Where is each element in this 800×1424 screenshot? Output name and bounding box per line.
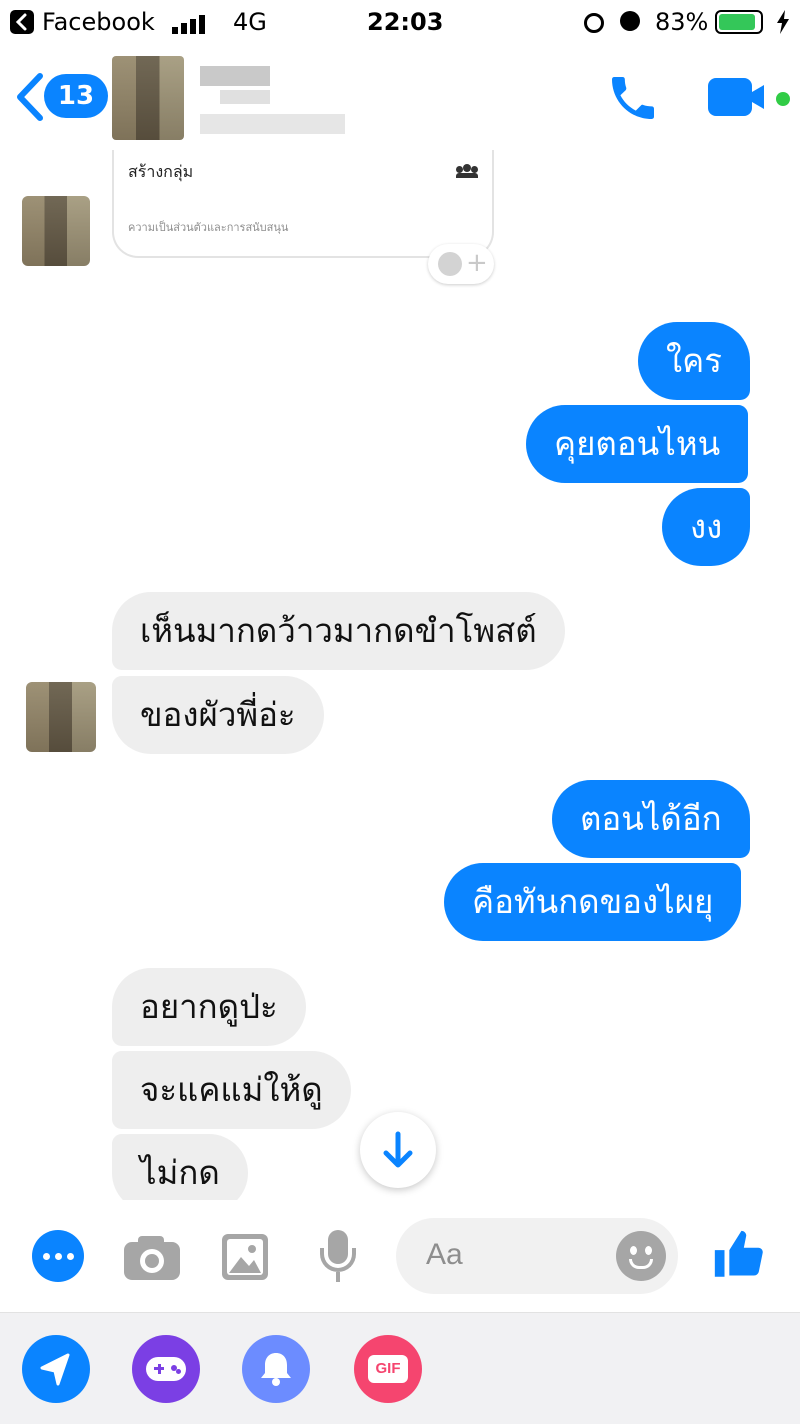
scroll-to-bottom-button[interactable] — [360, 1112, 436, 1188]
network-label: 4G — [233, 8, 267, 36]
quick-actions-tray: GIF — [0, 1312, 800, 1424]
message-bubble-incoming[interactable]: อยากดูป่ะ — [112, 968, 306, 1046]
smiley-icon — [438, 252, 462, 276]
back-app-label[interactable]: Facebook — [42, 8, 155, 36]
gif-button[interactable]: GIF — [354, 1335, 422, 1403]
thumbs-up-icon[interactable] — [710, 1226, 768, 1284]
message-bubble-outgoing[interactable]: ใคร — [638, 322, 750, 400]
location-button[interactable] — [22, 1335, 90, 1403]
video-call-icon[interactable] — [708, 78, 770, 116]
photo-gallery-icon[interactable] — [222, 1234, 268, 1280]
clock: 22:03 — [367, 8, 444, 36]
message-bubble-incoming[interactable]: จะแคแม่ให้ดู — [112, 1051, 351, 1129]
gamepad-icon — [146, 1357, 186, 1381]
reminders-button[interactable] — [242, 1335, 310, 1403]
online-status-dot — [776, 92, 790, 106]
shared-card[interactable]: สร้างกลุ่ม ความเป็นส่วนตัวและการสนับสนุน — [112, 150, 494, 258]
arrow-down-icon — [383, 1131, 413, 1168]
group-icon — [456, 164, 478, 178]
gif-label: GIF — [375, 1360, 401, 1377]
phone-call-icon[interactable] — [605, 70, 661, 126]
contact-avatar-small[interactable] — [26, 682, 96, 752]
bell-icon — [261, 1353, 291, 1386]
camera-icon[interactable] — [124, 1236, 180, 1280]
message-bubble-outgoing[interactable]: คือทันกดของไผยุ — [444, 863, 742, 941]
unread-count: 13 — [57, 81, 95, 111]
message-bubble-outgoing[interactable]: งง — [662, 488, 751, 566]
chevron-left-icon — [17, 73, 43, 121]
location-arrow-icon — [40, 1353, 70, 1386]
unread-count-badge: 13 — [44, 74, 108, 118]
orientation-lock-icon — [584, 13, 604, 33]
battery-icon — [715, 10, 763, 34]
microphone-icon[interactable] — [318, 1230, 358, 1286]
signal-icon — [172, 14, 212, 34]
message-bubble-incoming[interactable]: เห็นมากดว้าวมากดขำโพสต์ — [112, 592, 565, 670]
contact-name-redacted[interactable] — [200, 66, 350, 136]
back-to-app-icon[interactable] — [10, 10, 34, 34]
message-input-placeholder: Aa — [426, 1238, 463, 1271]
card-title: สร้างกลุ่ม — [128, 162, 194, 181]
message-bubble-incoming[interactable]: ของผัวพี่อ่ะ — [112, 676, 324, 754]
battery-percent: 83% — [655, 8, 709, 36]
plus-icon: + — [466, 248, 488, 278]
composer-bar: Aa — [0, 1200, 800, 1312]
contact-avatar[interactable] — [112, 56, 184, 140]
gif-icon: GIF — [368, 1355, 408, 1383]
message-bubble-outgoing[interactable]: ตอนได้อีก — [552, 780, 750, 858]
emoji-icon[interactable] — [616, 1231, 666, 1281]
back-button[interactable]: 13 — [12, 68, 108, 124]
more-actions-button[interactable] — [32, 1230, 84, 1282]
message-input[interactable]: Aa — [396, 1218, 678, 1294]
conversation-header: 13 — [0, 46, 800, 150]
alarm-icon — [620, 11, 640, 31]
contact-avatar-small[interactable] — [22, 196, 90, 266]
card-subtitle: ความเป็นส่วนตัวและการสนับสนุน — [128, 221, 289, 234]
add-reaction-button[interactable]: + — [428, 244, 494, 284]
games-button[interactable] — [132, 1335, 200, 1403]
status-bar: Facebook 4G 22:03 83% — [0, 0, 800, 46]
charging-icon — [776, 10, 790, 38]
message-bubble-outgoing[interactable]: คุยตอนไหน — [526, 405, 749, 483]
